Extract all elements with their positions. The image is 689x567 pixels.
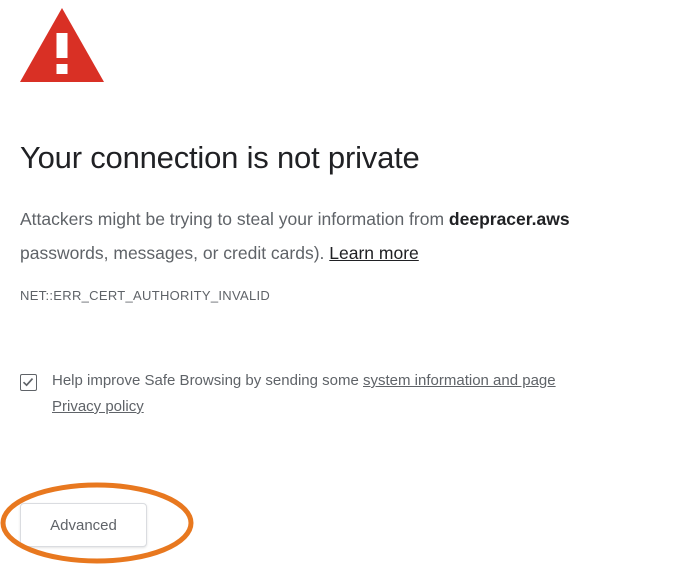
site-domain: deepracer.aws	[448, 209, 570, 229]
system-info-link[interactable]: system information and page	[363, 372, 556, 389]
safe-browsing-checkbox[interactable]	[20, 374, 37, 391]
page-title: Your connection is not private	[20, 140, 420, 175]
safe-browsing-label: Help improve Safe Browsing by sending so…	[52, 372, 363, 389]
safe-browsing-text: Help improve Safe Browsing by sending so…	[52, 372, 689, 424]
warning-triangle-icon	[20, 8, 104, 82]
warning-message-line2: passwords, messages, or credit cards). L…	[20, 236, 689, 270]
error-code: NET::ERR_CERT_AUTHORITY_INVALID	[20, 288, 271, 303]
message-text-line2: passwords, messages, or credit cards).	[20, 243, 330, 263]
checkmark-icon	[22, 378, 34, 387]
privacy-policy-link[interactable]: Privacy policy	[52, 398, 144, 415]
learn-more-link[interactable]: Learn more	[329, 243, 419, 263]
warning-message: Attackers might be trying to steal your …	[20, 202, 689, 270]
message-text: Attackers might be trying to steal your …	[20, 209, 449, 229]
warning-message-line1: Attackers might be trying to steal your …	[20, 202, 689, 236]
advanced-button[interactable]: Advanced	[20, 503, 147, 547]
